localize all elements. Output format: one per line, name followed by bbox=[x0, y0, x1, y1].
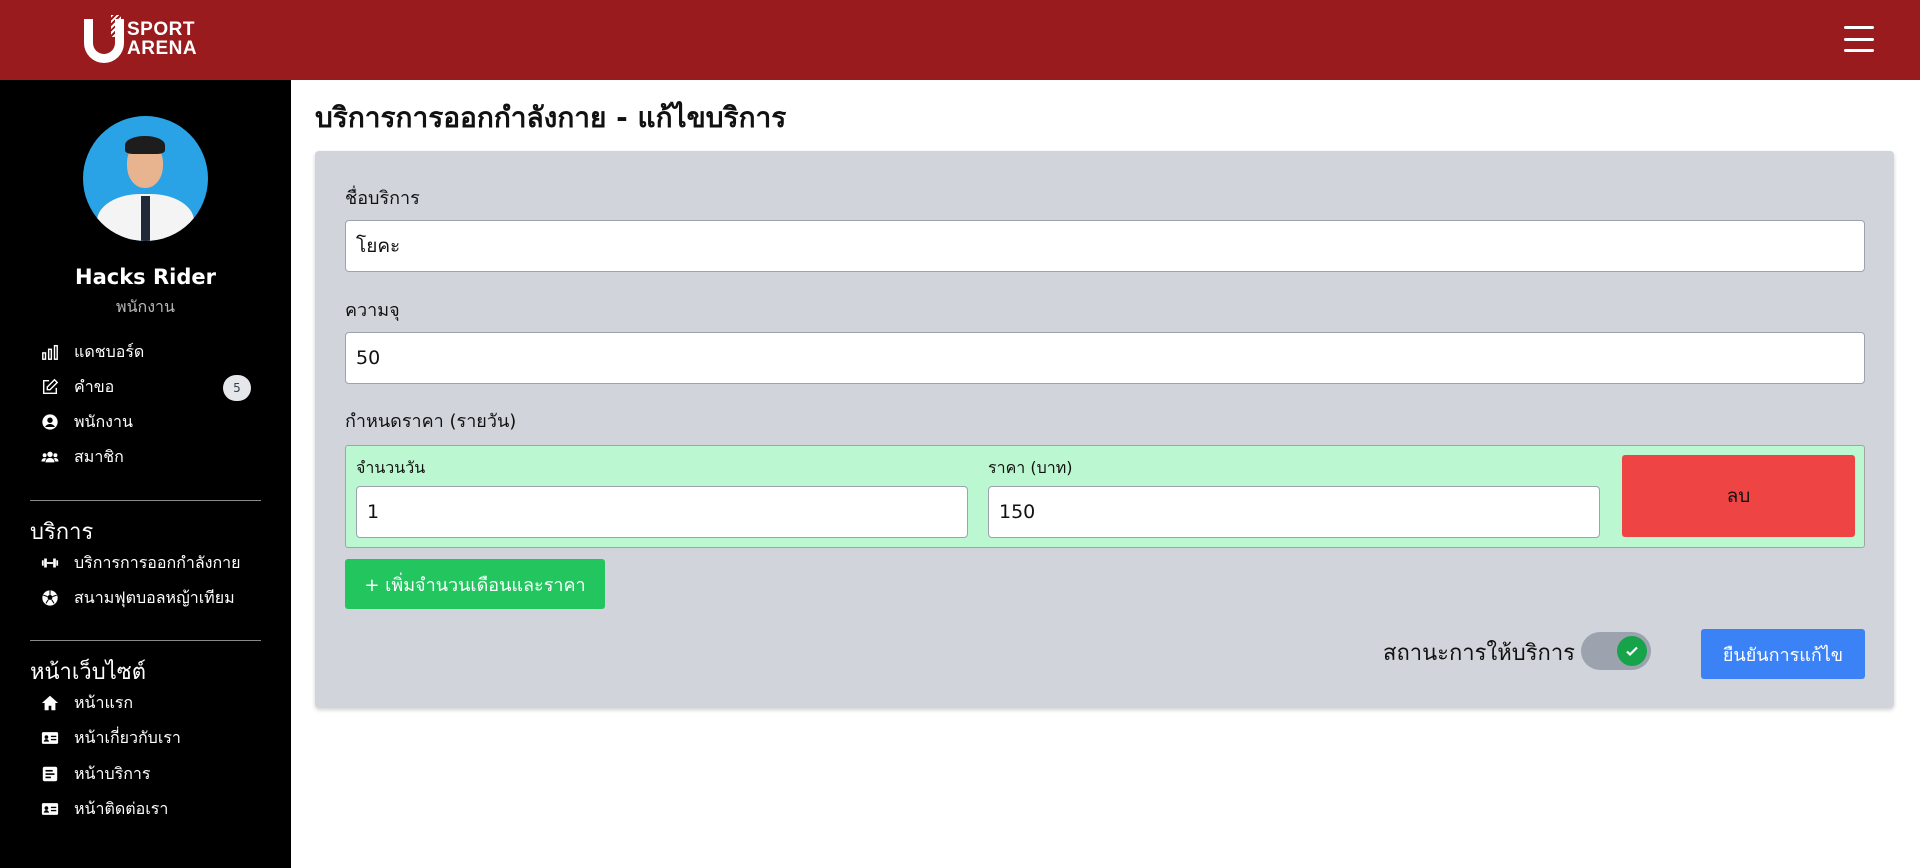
home-icon bbox=[40, 693, 60, 713]
sidebar-item-about-page[interactable]: หน้าเกี่ยวกับเรา bbox=[40, 725, 181, 751]
sidebar-item-requests[interactable]: คำขอ bbox=[40, 374, 114, 400]
requests-count-badge: 5 bbox=[223, 375, 251, 401]
sidebar-item-label: สมาชิก bbox=[74, 446, 124, 466]
confirm-edit-button[interactable]: ยืนยันการแก้ไข bbox=[1701, 629, 1865, 679]
sidebar-item-label: พนักงาน bbox=[74, 411, 133, 431]
sidebar-item-dashboard[interactable]: แดชบอร์ด bbox=[40, 339, 144, 365]
service-status-toggle[interactable] bbox=[1581, 632, 1651, 670]
hamburger-menu-icon[interactable] bbox=[1844, 24, 1874, 54]
sidebar-item-label: หน้าติดต่อเรา bbox=[74, 798, 169, 818]
sidebar-item-fitness-service[interactable]: บริการการออกกำลังกาย bbox=[40, 550, 241, 576]
list-alt-icon bbox=[40, 764, 60, 784]
avatar bbox=[83, 116, 208, 241]
edit-icon bbox=[40, 377, 60, 397]
services-section-title: บริการ bbox=[30, 520, 94, 545]
capacity-label: ความจุ bbox=[345, 300, 400, 321]
logo-u-mark bbox=[84, 15, 124, 63]
add-price-row-button[interactable]: + เพิ่มจำนวนเดือนและราคา bbox=[345, 559, 605, 609]
dumbbell-icon bbox=[40, 553, 60, 573]
sidebar-item-contact-page[interactable]: หน้าติดต่อเรา bbox=[40, 796, 168, 822]
id-card-icon bbox=[40, 799, 60, 819]
sidebar-item-home-page[interactable]: หน้าแรก bbox=[40, 690, 133, 716]
price-label: ราคา (บาท) bbox=[988, 458, 1073, 477]
capacity-input[interactable] bbox=[345, 332, 1865, 384]
website-section-title: หน้าเว็บไซต์ bbox=[30, 660, 147, 685]
sport-arena-logo[interactable]: SPORT ARENA bbox=[84, 14, 197, 64]
check-icon bbox=[1617, 636, 1647, 666]
page-title: บริการการออกกำลังกาย - แก้ไขบริการ bbox=[315, 101, 787, 134]
sidebar-item-services-page[interactable]: หน้าบริการ bbox=[40, 761, 150, 787]
price-input[interactable] bbox=[988, 486, 1600, 538]
sidebar-item-label: บริการการออกกำลังกาย bbox=[74, 552, 241, 572]
sidebar-item-label: แดชบอร์ด bbox=[74, 341, 145, 361]
logo-text: SPORT ARENA bbox=[127, 19, 198, 59]
sidebar: Hacks Rider พนักงาน แดชบอร์ด คำขอ 5 พนัก… bbox=[0, 80, 291, 868]
chart-bar-icon bbox=[40, 342, 60, 362]
days-input[interactable] bbox=[356, 486, 968, 538]
sidebar-divider bbox=[30, 500, 261, 501]
sidebar-item-members[interactable]: สมาชิก bbox=[40, 444, 124, 470]
sidebar-divider bbox=[30, 640, 261, 641]
price-row: จำนวนวัน ราคา (บาท) ลบ bbox=[345, 445, 1865, 548]
sidebar-item-label: หน้าแรก bbox=[74, 692, 134, 712]
sidebar-item-football-field[interactable]: สนามฟุตบอลหญ้าเทียม bbox=[40, 585, 235, 611]
sidebar-item-label: หน้าบริการ bbox=[74, 763, 151, 783]
pricing-label: กำหนดราคา (รายวัน) bbox=[345, 411, 517, 432]
service-name-label: ชื่อบริการ bbox=[345, 188, 420, 209]
edit-service-form: ชื่อบริการ ความจุ กำหนดราคา (รายวัน) จำน… bbox=[315, 151, 1894, 708]
sidebar-item-label: หน้าเกี่ยวกับเรา bbox=[74, 727, 181, 747]
soccer-ball-icon bbox=[40, 588, 60, 608]
sidebar-item-label: สนามฟุตบอลหญ้าเทียม bbox=[74, 587, 235, 607]
id-card-icon bbox=[40, 728, 60, 748]
top-bar: SPORT ARENA bbox=[0, 0, 1920, 80]
sidebar-item-staff[interactable]: พนักงาน bbox=[40, 409, 133, 435]
users-icon bbox=[40, 447, 60, 467]
delete-price-row-button[interactable]: ลบ bbox=[1622, 455, 1855, 537]
service-status-label: สถานะการให้บริการ bbox=[1383, 641, 1575, 666]
service-name-input[interactable] bbox=[345, 220, 1865, 272]
user-circle-icon bbox=[40, 412, 60, 432]
days-label: จำนวนวัน bbox=[356, 458, 426, 477]
sidebar-item-label: คำขอ bbox=[74, 376, 115, 396]
user-role: พนักงาน bbox=[116, 297, 175, 316]
user-name: Hacks Rider bbox=[75, 265, 216, 289]
